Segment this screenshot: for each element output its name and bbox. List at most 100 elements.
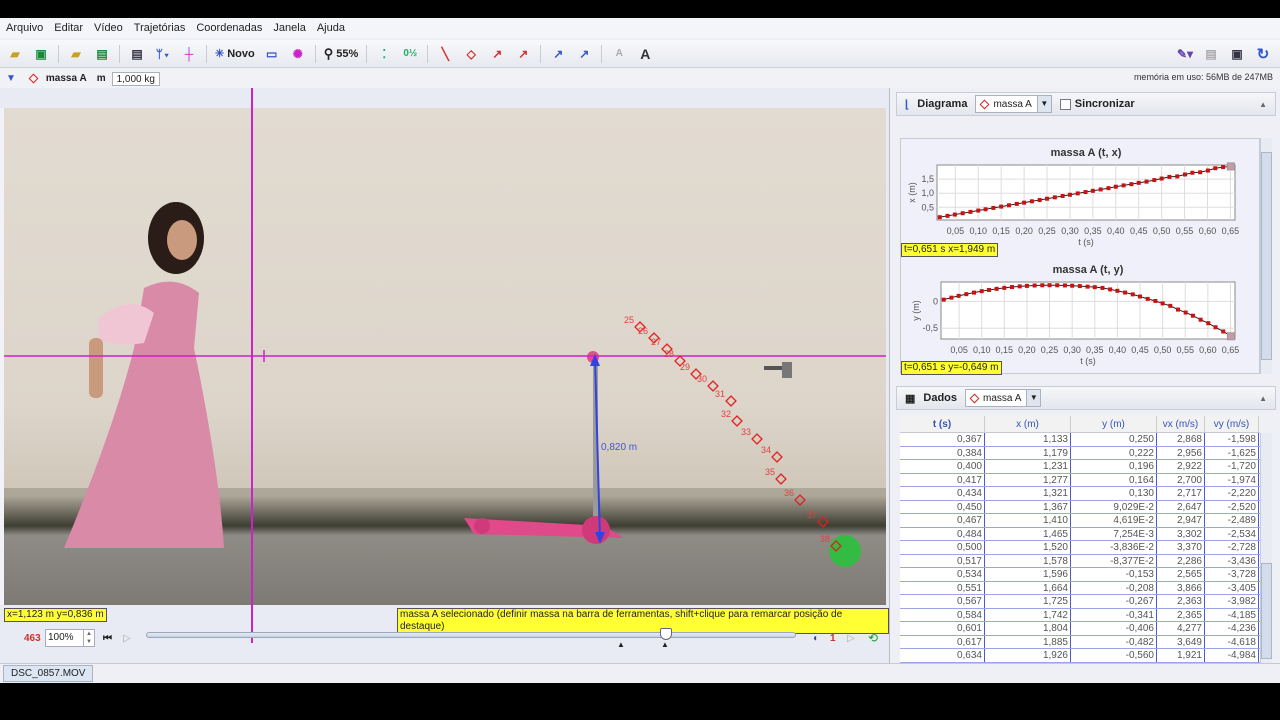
table-cell[interactable]: 1,926 (985, 649, 1071, 662)
plots-scrollbar[interactable] (1260, 138, 1272, 374)
table-cell[interactable]: -1,974 (1205, 473, 1259, 486)
vector-sum-icon[interactable]: ↗ (549, 45, 567, 63)
table-cell[interactable]: -0,482 (1071, 635, 1157, 648)
table-cell[interactable]: 0,617 (900, 635, 985, 648)
table-row[interactable]: 0,551 1,664 -0,208 3,866 -3,405 (900, 581, 1260, 595)
menu-arquivo[interactable]: Arquivo (6, 22, 43, 34)
table-cell[interactable]: 1,133 (985, 433, 1071, 446)
table-cell[interactable]: 2,363 (1157, 595, 1205, 608)
table-cell[interactable]: 0,484 (900, 527, 985, 540)
table-cell[interactable]: 1,321 (985, 487, 1071, 500)
table-cell[interactable]: -3,836E-2 (1071, 541, 1157, 554)
track-name[interactable]: massa A (46, 73, 87, 84)
open-folder-icon[interactable]: ▰ (6, 45, 24, 63)
collapse-icon[interactable]: ▲ (1259, 394, 1267, 403)
open-video-icon[interactable]: ▰ (67, 45, 85, 63)
table-cell[interactable]: 2,956 (1157, 446, 1205, 459)
menu-video[interactable]: Vídeo (94, 22, 123, 34)
loop-icon[interactable]: ⟲ (868, 631, 878, 645)
table-cell[interactable]: -0,208 (1071, 581, 1157, 594)
menu-coordenadas[interactable]: Coordenadas (196, 22, 262, 34)
table-row[interactable]: 0,434 1,321 0,130 2,717 -2,220 (900, 487, 1260, 501)
table-cell[interactable]: 7,254E-3 (1071, 527, 1157, 540)
table-cell[interactable]: 9,029E-2 (1071, 500, 1157, 513)
table-cell[interactable]: 0,500 (900, 541, 985, 554)
table-cell[interactable]: 4,619E-2 (1071, 514, 1157, 527)
table-cell[interactable]: -0,267 (1071, 595, 1157, 608)
spinner-arrows-icon[interactable]: ▲ ▼ (83, 630, 94, 646)
table-row[interactable]: 0,601 1,804 -0,406 4,277 -4,236 (900, 622, 1260, 636)
table-scrollbar[interactable] (1260, 433, 1272, 676)
zoom-button[interactable]: ⚲ 55% (324, 46, 359, 62)
center-of-mass-icon[interactable]: ↗ (575, 45, 593, 63)
table-cell[interactable]: 1,179 (985, 446, 1071, 459)
table-cell[interactable]: 1,367 (985, 500, 1071, 513)
table-cell[interactable]: -3,728 (1205, 568, 1259, 581)
velocities-icon[interactable]: ↗ (488, 45, 506, 63)
table-cell[interactable]: -2,728 (1205, 541, 1259, 554)
table-row[interactable]: 0,417 1,277 0,164 2,700 -1,974 (900, 473, 1260, 487)
table-cell[interactable]: -3,436 (1205, 554, 1259, 567)
table-cell[interactable]: 0,164 (1071, 473, 1157, 486)
rate-spinner[interactable]: 100% ▲ ▼ (45, 629, 95, 647)
table-row[interactable]: 0,567 1,725 -0,267 2,363 -3,982 (900, 595, 1260, 609)
table-cell[interactable]: 1,520 (985, 541, 1071, 554)
table-cell[interactable]: 3,302 (1157, 527, 1205, 540)
table-cell[interactable]: 1,410 (985, 514, 1071, 527)
table-cell[interactable]: -3,982 (1205, 595, 1259, 608)
table-row[interactable]: 0,400 1,231 0,196 2,922 -1,720 (900, 460, 1260, 474)
reset-button[interactable]: ⏮ (103, 633, 112, 644)
table-row[interactable]: 0,584 1,742 -0,341 2,365 -4,185 (900, 608, 1260, 622)
labels-icon[interactable]: 0½ (401, 45, 419, 63)
calibration-length-label[interactable]: 0,820 m (601, 442, 637, 453)
table-cell[interactable]: -2,489 (1205, 514, 1259, 527)
table-cell[interactable]: 4,277 (1157, 622, 1205, 635)
pencil-icon[interactable]: ✎▾ (1176, 45, 1194, 63)
play-button[interactable]: ▷ (123, 633, 131, 644)
accelerations-icon[interactable]: ↗ (514, 45, 532, 63)
collapse-icon[interactable]: ▲ (1259, 100, 1267, 109)
col-vy[interactable]: vy (m/s) (1205, 416, 1259, 432)
table-cell[interactable]: -1,720 (1205, 460, 1259, 473)
table-cell[interactable]: 0,434 (900, 487, 985, 500)
table-cell[interactable]: -4,618 (1205, 635, 1259, 648)
table-cell[interactable]: 0,417 (900, 473, 985, 486)
table-cell[interactable]: -4,236 (1205, 622, 1259, 635)
table-cell[interactable]: 2,365 (1157, 608, 1205, 621)
save-icon[interactable]: ▣ (32, 45, 50, 63)
table-cell[interactable]: 2,647 (1157, 500, 1205, 513)
table-cell[interactable]: 0,450 (900, 500, 985, 513)
menu-editar[interactable]: Editar (54, 22, 83, 34)
track-control-icon[interactable]: ▭ (263, 45, 281, 63)
step-size[interactable]: 1 (830, 633, 836, 644)
table-cell[interactable]: 1,465 (985, 527, 1071, 540)
table-cell[interactable]: 2,565 (1157, 568, 1205, 581)
table-row[interactable]: 0,450 1,367 9,029E-2 2,647 -2,520 (900, 500, 1260, 514)
table-cell[interactable]: -1,598 (1205, 433, 1259, 446)
table-cell[interactable]: 0,384 (900, 446, 985, 459)
table-cell[interactable]: 2,717 (1157, 487, 1205, 500)
axes-icon[interactable]: ┼ (180, 45, 198, 63)
table-cell[interactable]: -2,520 (1205, 500, 1259, 513)
table-cell[interactable]: 1,664 (985, 581, 1071, 594)
menu-janela[interactable]: Janela (273, 22, 305, 34)
table-cell[interactable]: -8,377E-2 (1071, 554, 1157, 567)
export-icon[interactable]: ▤ (93, 45, 111, 63)
table-cell[interactable]: -2,220 (1205, 487, 1259, 500)
table-cell[interactable]: -0,406 (1071, 622, 1157, 635)
table-cell[interactable]: 1,231 (985, 460, 1071, 473)
table-cell[interactable]: 1,804 (985, 622, 1071, 635)
table-cell[interactable]: 1,921 (1157, 649, 1205, 662)
table-cell[interactable]: 1,885 (985, 635, 1071, 648)
table-cell[interactable]: -0,341 (1071, 608, 1157, 621)
paths-icon[interactable]: ╲ (436, 45, 454, 63)
table-row[interactable]: 0,384 1,179 0,222 2,956 -1,625 (900, 446, 1260, 460)
notes-icon[interactable]: ▤ (1202, 45, 1220, 63)
table-cell[interactable]: 3,649 (1157, 635, 1205, 648)
col-vx[interactable]: vx (m/s) (1157, 416, 1205, 432)
table-cell[interactable]: 0,551 (900, 581, 985, 594)
table-cell[interactable]: 0,222 (1071, 446, 1157, 459)
table-cell[interactable]: -2,534 (1205, 527, 1259, 540)
table-row[interactable]: 0,467 1,410 4,619E-2 2,947 -2,489 (900, 514, 1260, 528)
table-cell[interactable]: -1,625 (1205, 446, 1259, 459)
